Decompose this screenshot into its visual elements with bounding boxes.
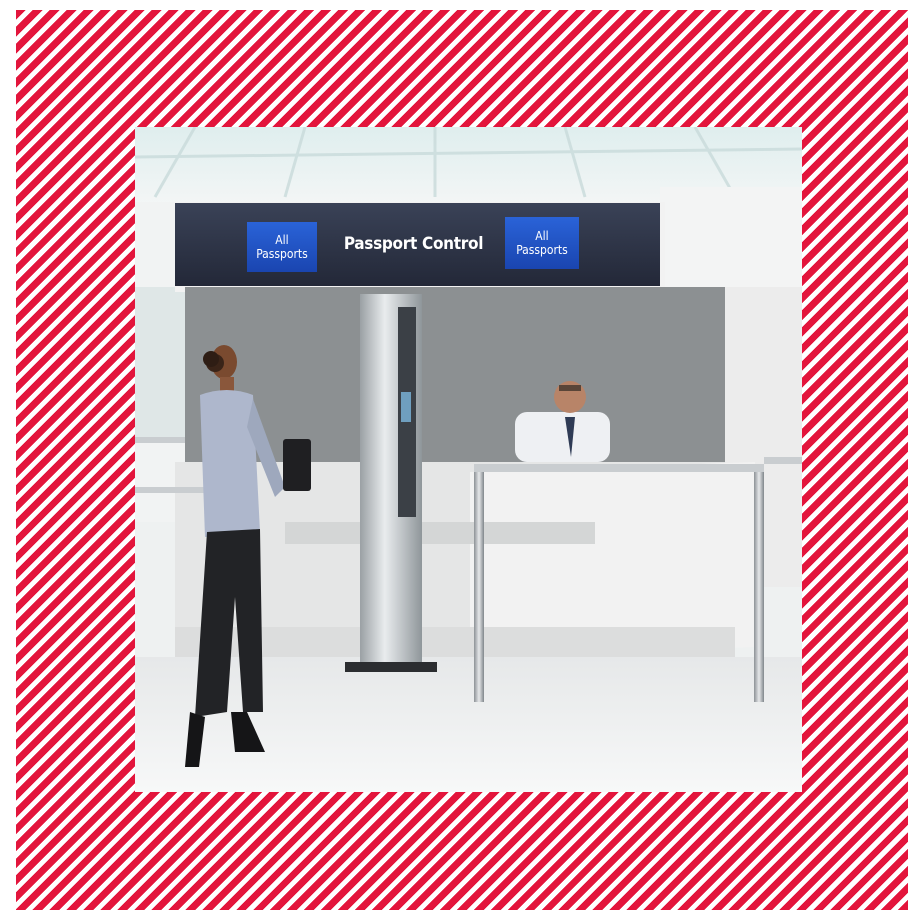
photo-frame: All Passports Passport Control All Passp… bbox=[0, 0, 908, 910]
passport-control-scene: All Passports Passport Control All Passp… bbox=[135, 127, 802, 792]
right-badge: All Passports bbox=[505, 217, 579, 269]
left-badge: All Passports bbox=[247, 222, 317, 272]
sign-title: Passport Control bbox=[343, 234, 484, 254]
scene-illustration bbox=[135, 127, 802, 792]
left-badge-line2: Passports bbox=[256, 247, 308, 261]
right-badge-line2: Passports bbox=[516, 243, 568, 257]
left-badge-line1: All bbox=[275, 233, 289, 247]
right-badge-line1: All bbox=[535, 229, 549, 243]
